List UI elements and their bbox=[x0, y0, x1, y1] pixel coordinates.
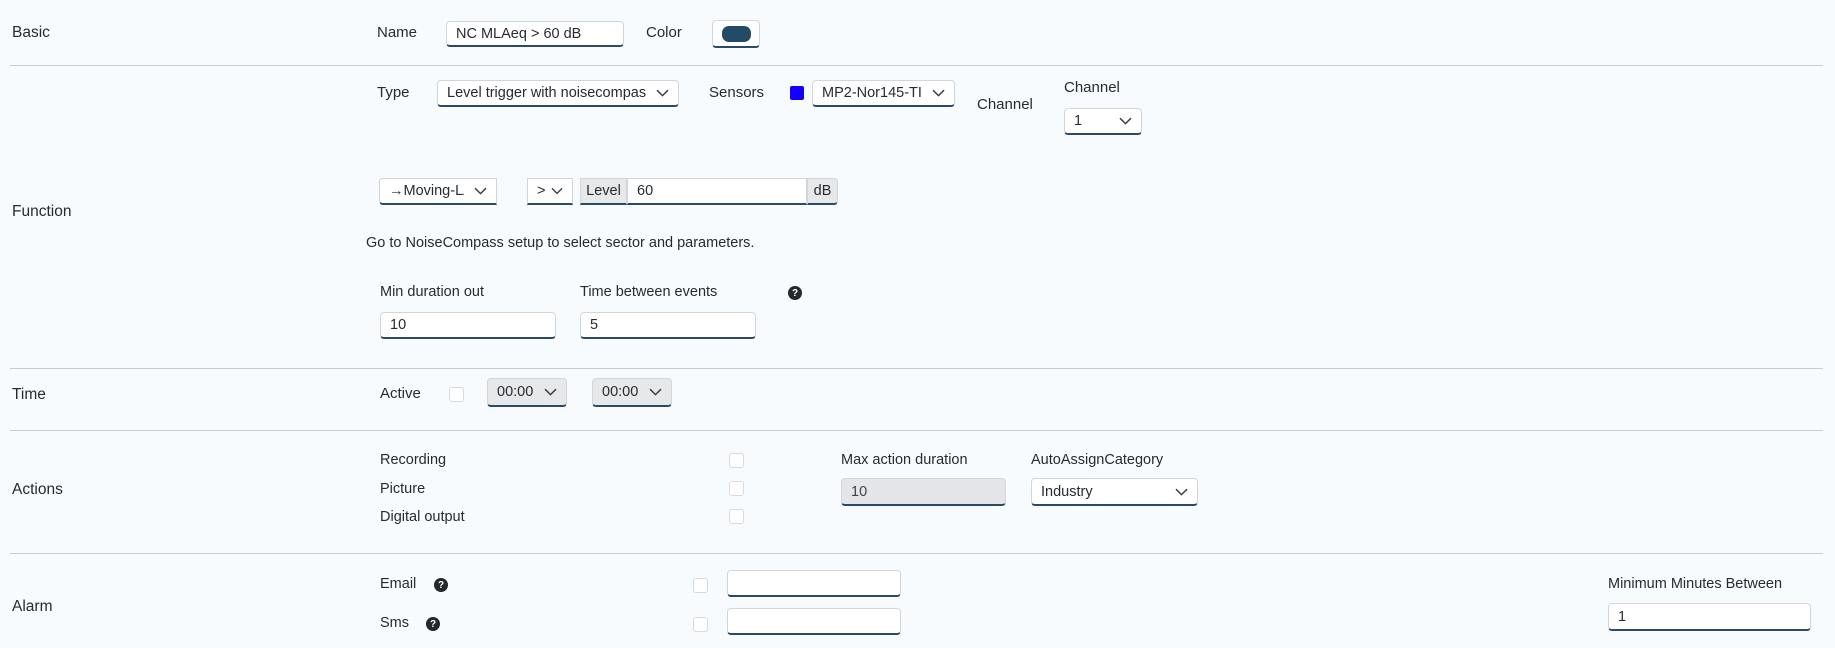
min-duration-label: Min duration out bbox=[380, 284, 484, 300]
level-unit-label: dB bbox=[807, 178, 838, 205]
section-label-basic: Basic bbox=[12, 24, 50, 41]
action-label-picture: Picture bbox=[380, 481, 426, 497]
max-action-duration-input[interactable] bbox=[841, 478, 1006, 506]
action-checkbox-recording[interactable] bbox=[729, 453, 744, 468]
name-input[interactable] bbox=[446, 21, 624, 47]
time-between-input[interactable] bbox=[580, 312, 756, 339]
chevron-down-icon bbox=[1109, 117, 1132, 125]
color-swatch bbox=[721, 25, 751, 42]
chevron-down-icon bbox=[538, 388, 557, 396]
action-checkbox-picture[interactable] bbox=[729, 481, 744, 496]
divider-actions bbox=[10, 553, 1823, 554]
email-label: Email bbox=[380, 576, 417, 592]
noisecompass-note: Go to NoiseCompass setup to select secto… bbox=[366, 235, 755, 251]
active-checkbox[interactable] bbox=[449, 387, 464, 402]
trigger-settings-form: Basic Name Color Type Level trigger with… bbox=[0, 0, 1835, 648]
section-label-actions: Actions bbox=[12, 481, 63, 498]
level-prefix-label: Level bbox=[580, 178, 627, 205]
active-label: Active bbox=[380, 385, 421, 402]
sensors-label: Sensors bbox=[709, 84, 765, 101]
name-label: Name bbox=[377, 24, 418, 41]
section-label-function: Function bbox=[12, 203, 72, 220]
metric-select-value: →Moving-LAeq bbox=[389, 183, 464, 199]
chevron-down-icon bbox=[547, 187, 563, 195]
action-label-recording: Recording bbox=[380, 452, 447, 468]
help-circle-icon[interactable]: ? bbox=[788, 286, 802, 300]
auto-assign-category-value: Industry bbox=[1041, 483, 1093, 500]
channel-label: Channel bbox=[1064, 79, 1120, 96]
section-label-time: Time bbox=[12, 386, 46, 403]
divider-basic bbox=[10, 65, 1823, 66]
chevron-down-icon bbox=[464, 187, 487, 195]
max-action-duration-label: Max action duration bbox=[841, 452, 968, 468]
type-select-value: Level trigger with noisecompass bbox=[447, 85, 646, 101]
color-picker-button[interactable] bbox=[712, 20, 760, 48]
action-checkbox-digital-output[interactable] bbox=[729, 509, 744, 524]
section-label-alarm: Alarm bbox=[12, 598, 53, 615]
chevron-down-icon bbox=[922, 89, 945, 97]
type-select[interactable]: Level trigger with noisecompass bbox=[437, 80, 679, 107]
time-to-select[interactable]: 00:00 bbox=[592, 378, 672, 407]
email-checkbox[interactable] bbox=[693, 578, 708, 593]
color-label: Color bbox=[646, 24, 682, 41]
type-label: Type bbox=[377, 84, 410, 101]
time-from-select[interactable]: 00:00 bbox=[487, 378, 567, 407]
action-label-digital-output: Digital output bbox=[380, 509, 465, 525]
channel-select-value: 1 bbox=[1074, 113, 1083, 129]
time-from-value: 00:00 bbox=[497, 384, 534, 400]
min-duration-input[interactable] bbox=[380, 312, 556, 339]
sensor-select-value: MP2-Nor145-TIP bbox=[822, 85, 922, 101]
auto-assign-category-label: AutoAssignCategory bbox=[1031, 452, 1164, 468]
sms-input[interactable] bbox=[727, 608, 901, 635]
channel-select[interactable]: 1 bbox=[1064, 108, 1142, 135]
help-circle-icon-email[interactable]: ? bbox=[434, 578, 448, 592]
auto-assign-category-select[interactable]: Industry bbox=[1031, 478, 1198, 506]
operator-select-value: > bbox=[537, 183, 546, 199]
channel-label-left: Channel bbox=[977, 96, 1033, 113]
time-to-value: 00:00 bbox=[602, 384, 639, 400]
divider-time bbox=[10, 430, 1823, 431]
chevron-down-icon bbox=[643, 388, 662, 396]
time-between-label: Time between events bbox=[580, 284, 718, 300]
minimum-minutes-between-input[interactable] bbox=[1608, 603, 1811, 631]
help-circle-icon-sms[interactable]: ? bbox=[426, 617, 440, 631]
sms-label: Sms bbox=[380, 615, 409, 631]
divider-function bbox=[10, 368, 1823, 369]
chevron-down-icon bbox=[1165, 488, 1188, 496]
metric-select[interactable]: →Moving-LAeq bbox=[379, 178, 497, 205]
email-input[interactable] bbox=[727, 570, 901, 597]
sensor-select[interactable]: MP2-Nor145-TIP bbox=[812, 80, 955, 107]
minimum-minutes-between-label: Minimum Minutes Between bbox=[1608, 576, 1783, 592]
operator-select[interactable]: > bbox=[527, 178, 573, 205]
sms-checkbox[interactable] bbox=[693, 617, 708, 632]
level-input[interactable] bbox=[627, 178, 807, 205]
chevron-down-icon bbox=[646, 89, 669, 97]
sensor-color-swatch bbox=[790, 86, 804, 100]
